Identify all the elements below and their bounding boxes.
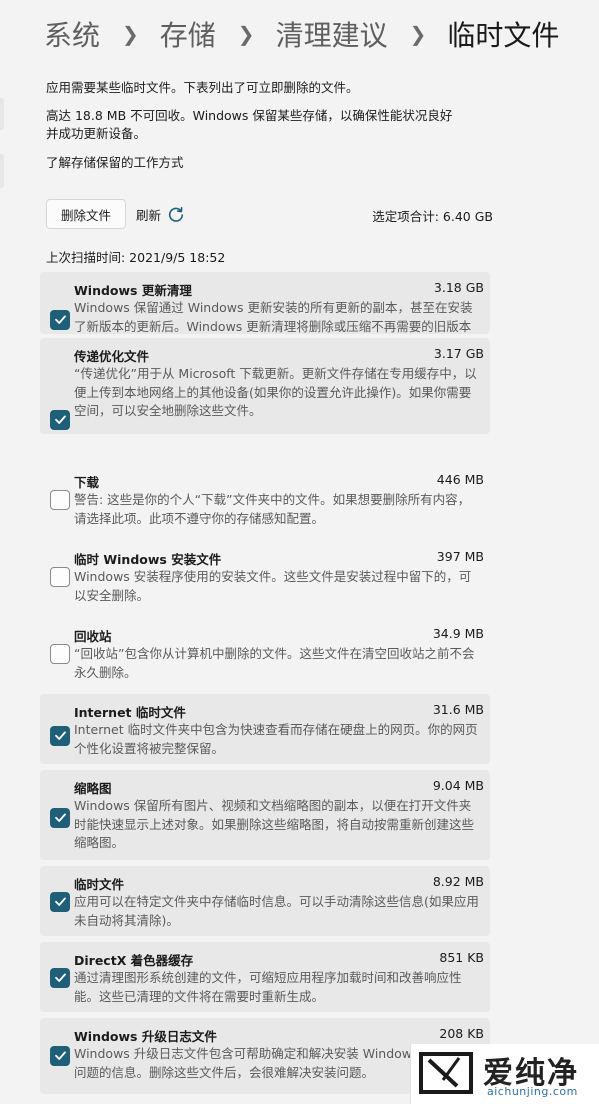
chevron-right-icon: ❯ [237,22,255,46]
cleanup-item[interactable]: 临时 Windows 安装文件 397 MB Windows 安装程序使用的安装文件… [40,541,490,611]
window-edge-tab [0,98,4,130]
cleanup-item[interactable]: Windows 更新清理 3.18 GB Windows 保留通过 Windows … [40,272,490,352]
item-description: 通过清理图形系统创建的文件，可缩短应用程序加载时间和改善响应性能。这些已清理的文… [74,970,462,1004]
last-scan-time: 上次扫描时间: 2021/9/5 18:52 [46,250,226,265]
watermark: 爱纯净 aichunjing.com [410,1044,599,1104]
item-title: Windows 升级日志文件 [74,1029,217,1044]
item-size: 9.04 MB [432,778,484,793]
item-checkbox[interactable] [50,1046,70,1066]
item-checkbox[interactable] [50,410,70,430]
refresh-icon [167,206,185,224]
watermark-url: aichunjing.com [487,1085,578,1098]
intro-text: 应用需要某些临时文件。下表列出了可立即删除的文件。 [46,80,359,95]
item-size: 851 KB [439,950,484,965]
cleanup-item[interactable]: 缩略图 9.04 MB Windows 保留所有图片、视频和文档缩略图的副本，以便在… [40,770,490,860]
page-title: 临时文件 [447,19,560,52]
item-checkbox[interactable] [50,968,70,988]
item-description: “回收站”包含你从计算机中删除的文件。这些文件在清空回收站之前不会永久删除。 [74,646,475,680]
cleanup-item[interactable]: 下载 446 MB 警告: 这些是你的个人“下载”文件夹中的文件。如果想要删除所有内… [40,464,490,534]
checkmark-icon [54,809,67,828]
item-title: 下载 [74,475,100,490]
item-size: 397 MB [436,549,484,564]
item-title: 传递优化文件 [74,349,150,364]
checkmark-icon [54,411,67,430]
checkmark-icon [54,1047,67,1066]
item-size: 8.92 MB [432,874,484,889]
item-size: 446 MB [436,472,484,487]
item-size: 3.17 GB [433,346,484,361]
chevron-right-icon: ❯ [122,22,139,46]
item-checkbox[interactable] [50,726,70,746]
cleanup-item[interactable]: 传递优化文件 3.17 GB “传递优化”用于从 Microsoft 下载更新。更新… [40,338,490,434]
item-description: 应用可以在特定文件夹中存储临时信息。可以手动清除这些信息(如果应用未自动将其清除… [74,894,479,928]
learn-storage-link[interactable]: 了解存储保留的工作方式 [46,152,184,171]
item-checkbox[interactable] [50,490,70,510]
item-title: 临时 Windows 安装文件 [74,552,222,567]
item-checkbox[interactable] [50,892,70,912]
item-description: Windows 保留所有图片、视频和文档缩略图的副本，以便在打开文件夹时能快速显… [74,798,475,850]
cleanup-item[interactable]: 回收站 34.9 MB “回收站”包含你从计算机中删除的文件。这些文件在清空回收站之… [40,618,490,688]
item-checkbox[interactable] [50,644,70,664]
reserved-text-line1: 高达 18.8 MB 不可回收。Windows 保留某些存储，以确保性能状况良好 [46,108,453,123]
selected-total: 选定项合计: 6.40 GB [372,209,493,224]
item-description: Windows 安装程序使用的安装文件。这些文件是安装过程中留下的，可以安全删除… [74,569,472,603]
item-title: DirectX 着色器缓存 [74,953,194,968]
item-title: Internet 临时文件 [74,705,186,720]
breadcrumb-system[interactable]: 系统 [44,14,100,54]
breadcrumb-cleanup[interactable]: 清理建议 [276,14,388,54]
item-checkbox[interactable] [50,808,70,828]
refresh-label: 刷新 [136,208,162,223]
item-title: 临时文件 [74,877,125,892]
cleanup-item[interactable]: DirectX 着色器缓存 851 KB 通过清理图形系统创建的文件，可缩短应用程序… [40,942,490,1012]
checkmark-icon [54,727,67,746]
item-description: 警告: 这些是你的个人“下载”文件夹中的文件。如果想要删除所有内容，请选择此项。… [74,492,471,526]
item-checkbox[interactable] [50,567,70,587]
item-description: Internet 临时文件夹中包含为快速查看而存储在硬盘上的网页。你的网页个性化… [74,722,478,756]
checkmark-icon [54,311,67,330]
item-title: Windows 更新清理 [74,283,192,298]
chevron-right-icon: ❯ [409,22,427,46]
window-edge-tab [0,154,4,188]
cleanup-item[interactable]: Internet 临时文件 31.6 MB Internet 临时文件夹中包含为快速… [40,694,490,764]
item-size: 208 KB [439,1026,484,1041]
reserved-text-line2: 并成功更新设备。 [46,126,147,141]
item-title: 回收站 [74,629,112,644]
item-size: 3.18 GB [433,280,484,295]
checkmark-icon [54,969,67,988]
item-size: 31.6 MB [432,702,484,717]
checkmark-icon [54,893,67,912]
watermark-logo-icon [419,1052,473,1094]
delete-files-button[interactable]: 删除文件 [46,199,126,229]
breadcrumb-storage[interactable]: 存储 [160,14,216,54]
item-checkbox[interactable] [50,310,70,330]
cleanup-item[interactable]: 临时文件 8.92 MB 应用可以在特定文件夹中存储临时信息。可以手动清除这些信息(… [40,866,490,936]
breadcrumb: 系统 ❯ 存储 ❯ 清理建议 ❯ 临时文件 [44,14,559,54]
item-description: “传递优化”用于从 Microsoft 下载更新。更新文件存储在专用缓存中，以便… [74,366,477,418]
refresh-button[interactable]: 刷新 [136,205,185,224]
item-title: 缩略图 [74,781,112,796]
item-size: 34.9 MB [432,626,484,641]
